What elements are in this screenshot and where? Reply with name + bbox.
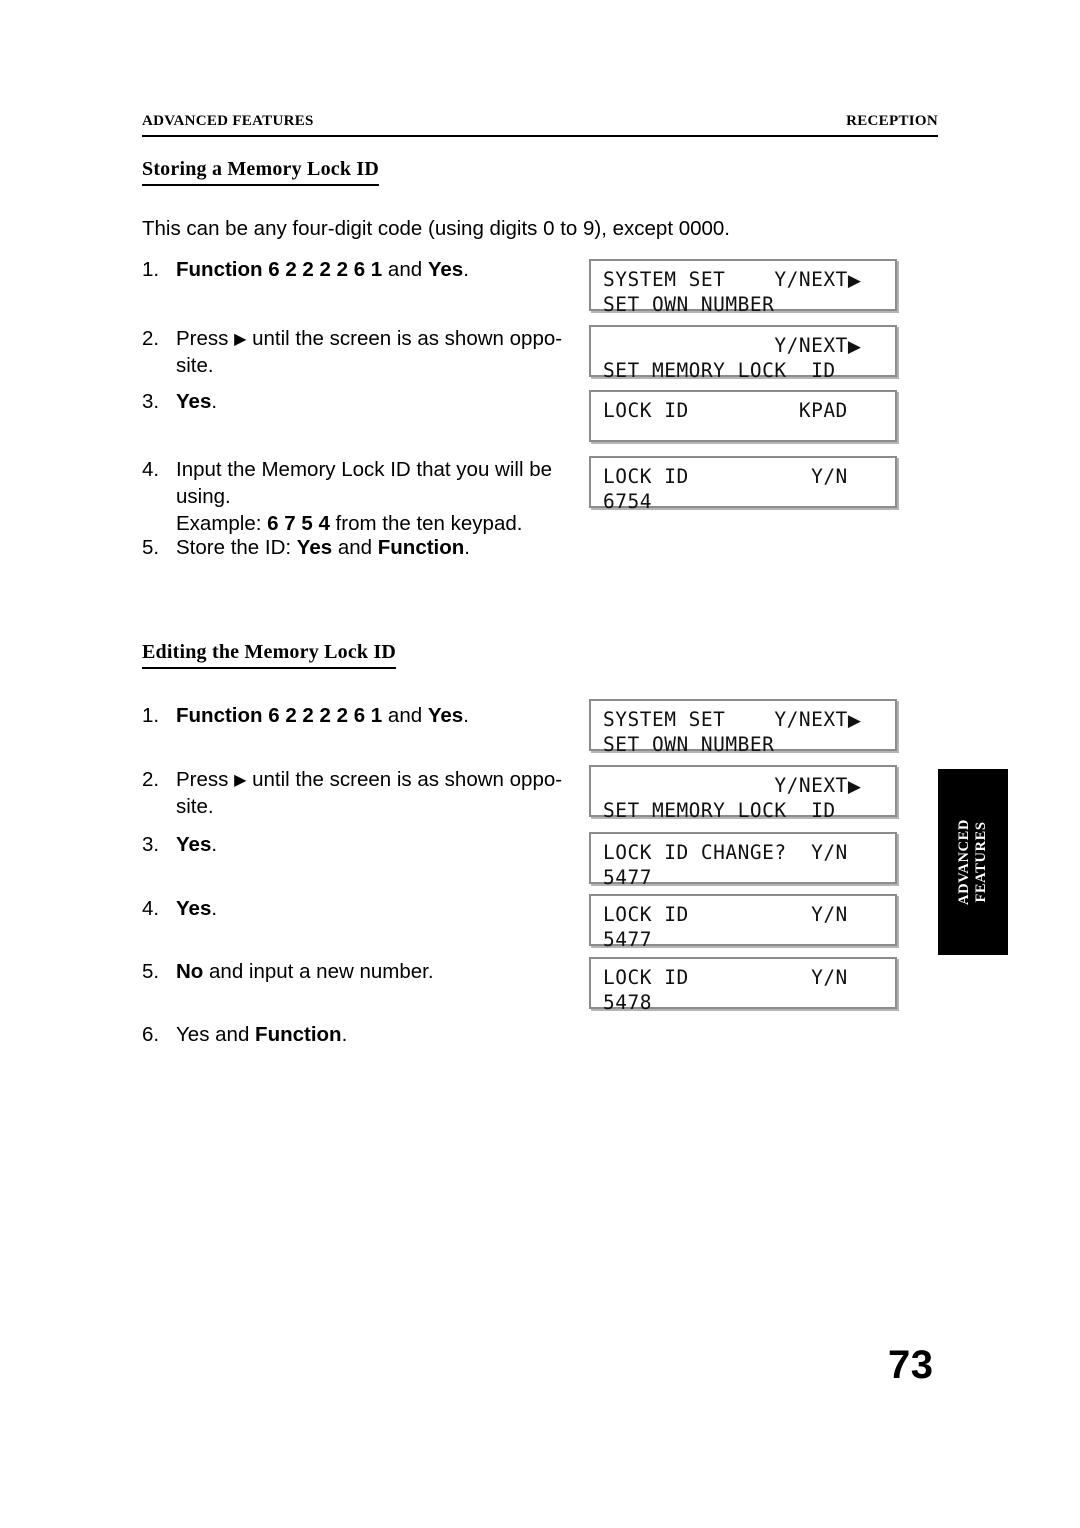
lcd-line-1: Y/NEXT▶ [603,334,861,357]
step-text: Function 6 2 2 2 2 6 1 and Yes. [176,258,469,281]
lcd-screen: LOCK ID Y/N 6754 [589,456,897,513]
right-arrow-icon: ▶ [234,331,247,348]
step-text: Function 6 2 2 2 2 6 1 and Yes. [176,704,469,727]
step-text: Input the Memory Lock ID that you will b… [176,458,553,535]
lcd-screen: SYSTEM SET Y/NEXT▶ SET OWN NUMBER [589,259,897,316]
lcd-right-arrow-icon: ▶ [847,777,861,797]
list-item: 4. Input the Memory Lock ID that you wil… [142,456,594,537]
lcd-line-1: LOCK ID Y/N [603,966,848,989]
step-text: No and input a new number. [176,960,434,983]
section-heading-editing-memory-lock-id: Editing the Memory Lock ID [142,641,397,669]
list-item: 5. No and input a new number. [142,958,592,985]
lcd-line-1: LOCK ID CHANGE? Y/N [603,841,848,864]
list-item: 2. Press ▶ until the screen is as shown … [142,325,594,379]
side-tab-line-1: ADVANCED [956,819,972,905]
list-item: 4. Yes. [142,895,592,922]
step-text: Yes. [176,390,218,413]
lcd-line-2: SET OWN NUMBER [603,293,775,316]
section-heading-storing-memory-lock-id: Storing a Memory Lock ID [142,158,379,186]
lcd-screen: Y/NEXT▶ SET MEMORY LOCK ID [589,325,897,382]
lcd-screen: LOCK ID KPAD [589,390,897,442]
lcd-line-1: SYSTEM SET Y/NEXT▶ [603,708,861,731]
step-number: 2. [142,327,160,350]
step-number: 4. [142,458,160,481]
page-number: 73 [888,1343,934,1387]
lcd-line-1: SYSTEM SET Y/NEXT▶ [603,268,861,291]
lcd-line-2: 6754 [603,490,652,513]
step-number: 3. [142,390,160,413]
step-text: Store the ID: Yes and Function. [176,536,470,559]
lcd-screen: LOCK ID Y/N 5478 [589,957,897,1014]
lcd-screen: LOCK ID CHANGE? Y/N 5477 [589,832,897,889]
running-header-right: RECEPTION [846,113,938,129]
right-arrow-icon: ▶ [234,772,247,789]
lcd-line-2: SET OWN NUMBER [603,733,775,756]
lcd-screen: Y/NEXT▶ SET MEMORY LOCK ID [589,765,897,822]
side-thumb-tab-advanced-features: ADVANCED FEATURES [938,769,1008,955]
list-item: 5. Store the ID: Yes and Function. [142,534,592,561]
lcd-line-2: 5477 [603,928,652,951]
step-number: 3. [142,833,160,856]
step-text: Press ▶ until the screen is as shown opp… [176,768,563,818]
lcd-line-2: 5477 [603,866,652,889]
list-item: 1. Function 6 2 2 2 2 6 1 and Yes. [142,702,592,729]
list-item: 3. Yes. [142,388,592,415]
step-number: 1. [142,258,160,281]
running-header-left: ADVANCED FEATURES [142,113,314,129]
list-item: 1. Function 6 2 2 2 2 6 1 and Yes. [142,256,592,283]
step-number: 6. [142,1023,160,1046]
step-text: Yes and Function. [176,1023,348,1046]
lcd-line-2 [603,423,885,448]
step-text: Yes. [176,897,218,920]
lcd-right-arrow-icon: ▶ [847,711,861,731]
lcd-right-arrow-icon: ▶ [847,337,861,357]
step-number: 4. [142,897,160,920]
lcd-screen: SYSTEM SET Y/NEXT▶ SET OWN NUMBER [589,699,897,756]
lcd-screen: LOCK ID Y/N 5477 [589,894,897,951]
side-tab-line-2: FEATURES [973,821,989,903]
running-header: ADVANCED FEATURES RECEPTION [142,113,938,137]
lcd-right-arrow-icon: ▶ [847,271,861,291]
lcd-line-2: SET MEMORY LOCK ID [603,799,836,822]
lcd-line-2: SET MEMORY LOCK ID [603,359,836,382]
list-item: 2. Press ▶ until the screen is as shown … [142,766,594,820]
step-number: 5. [142,960,160,983]
step-number: 5. [142,536,160,559]
list-item: 6. Yes and Function. [142,1021,592,1048]
lcd-line-1: LOCK ID KPAD [603,399,848,422]
lcd-line-1: LOCK ID Y/N [603,465,848,488]
step-text: Yes. [176,833,218,856]
lcd-line-1: LOCK ID Y/N [603,903,848,926]
intro-paragraph: This can be any four-digit code (using d… [142,217,731,240]
step-text: Press ▶ until the screen is as shown opp… [176,327,563,377]
step-number: 2. [142,768,160,791]
side-tab-label: ADVANCED FEATURES [956,819,990,905]
step-number: 1. [142,704,160,727]
lcd-line-2: 5478 [603,991,652,1014]
list-item: 3. Yes. [142,831,592,858]
lcd-line-1: Y/NEXT▶ [603,774,861,797]
